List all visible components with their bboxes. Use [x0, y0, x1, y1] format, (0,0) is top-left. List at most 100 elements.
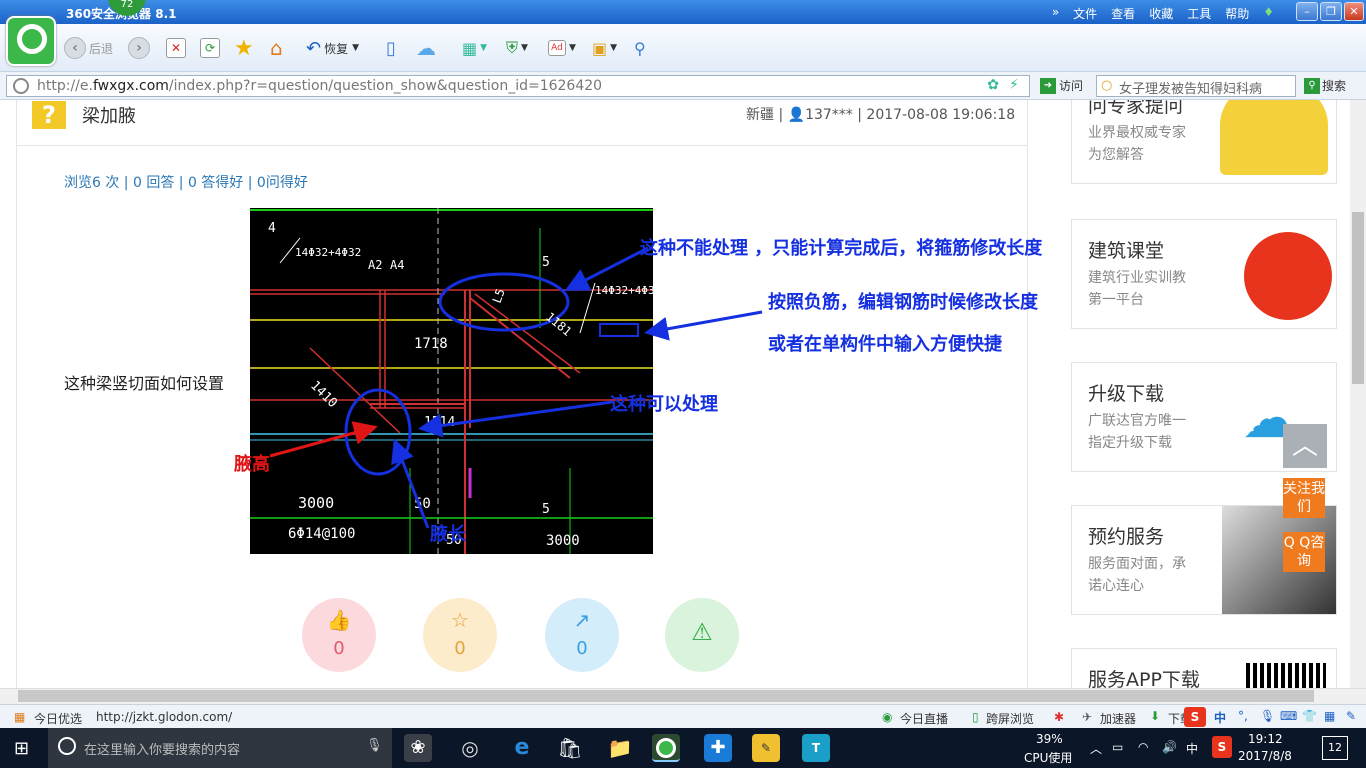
windows-start-icon[interactable]: ⊞	[14, 738, 29, 759]
favorite-count: 0	[454, 638, 466, 659]
share-icon: ↗	[573, 608, 591, 632]
apps-icon[interactable]: ▦ ▼	[462, 36, 487, 60]
menu-expand-icon[interactable]: »	[1052, 5, 1059, 22]
report-button[interactable]: ⚠	[665, 598, 739, 672]
sogou-tray-icon[interactable]: S	[1212, 736, 1232, 758]
taskbar: ⊞ 在这里输入你要搜索的内容 🎙 ❀ ◎ e 🛍 📁 ✚ ✎ T 39% CPU…	[0, 728, 1366, 768]
security-status-icon[interactable]: ✱	[1054, 710, 1064, 724]
address-bar: http://e.fwxgx.com/index.php?r=question/…	[0, 72, 1366, 100]
url-domain: fwxgx.com	[92, 78, 169, 94]
network-icon[interactable]: ▭	[1112, 740, 1123, 754]
visit-button[interactable]: ➜ 访问	[1040, 77, 1083, 94]
status-daily-picks[interactable]: 今日优选	[34, 710, 82, 727]
search-engine-icon: ○	[1101, 78, 1113, 93]
follow-us-button[interactable]: 关注我们	[1283, 478, 1325, 518]
keyboard-icon[interactable]: ⌨	[1280, 709, 1297, 723]
forward-button[interactable]: ›	[128, 36, 150, 60]
url-input[interactable]: http://e.fwxgx.com/index.php?r=question/…	[6, 75, 1030, 97]
status-accelerator[interactable]: 加速器	[1100, 710, 1136, 727]
sidebar-classroom[interactable]: 建筑课堂 建筑行业实训教 第一平台	[1071, 219, 1337, 329]
sogou-ime-icon[interactable]: S	[1184, 707, 1206, 727]
taskbar-search-input[interactable]: 在这里输入你要搜索的内容 🎙	[48, 728, 392, 768]
browser-logo-icon[interactable]	[6, 16, 56, 66]
back-label: 后退	[89, 41, 114, 56]
volume-icon[interactable]: 🔊	[1162, 740, 1177, 754]
search-query: 女子理发被告知得妇科病	[1119, 82, 1263, 97]
ime-mode[interactable]: 中	[1214, 709, 1226, 726]
notification-center-icon[interactable]: 12	[1322, 736, 1348, 760]
cortana-icon	[58, 737, 76, 755]
menu-view[interactable]: 查看	[1111, 5, 1135, 22]
title-bar: 360安全浏览器 8.1 72 » 文件 查看 收藏 工具 帮助 ♦ – ❐ ✕	[0, 0, 1366, 24]
sidebar-title: 问专家提问	[1088, 100, 1184, 117]
warning-icon: ⚠	[691, 618, 713, 646]
file-explorer-icon[interactable]: 📁	[606, 734, 634, 762]
adblock-icon[interactable]: Ad ▼	[548, 36, 576, 60]
taskbar-ime[interactable]: 中	[1186, 740, 1198, 757]
home-icon[interactable]: ⌂	[270, 36, 283, 60]
360-browser-taskbar-icon[interactable]	[652, 734, 680, 762]
vertical-scroll-thumb[interactable]	[1352, 212, 1364, 384]
favorite-button[interactable]: ☆ 0	[423, 598, 497, 672]
share-button[interactable]: ↗ 0	[545, 598, 619, 672]
sidebar-desc: 服务面对面，承 诺心连心	[1088, 556, 1186, 594]
cloud-icon[interactable]: ☁	[416, 36, 436, 60]
status-url: http://jzkt.glodon.com/	[96, 710, 233, 724]
status-live[interactable]: 今日直播	[900, 710, 948, 727]
status-cross-screen[interactable]: 跨屏浏览	[986, 710, 1034, 727]
phone-icon[interactable]: ▯	[386, 36, 396, 60]
notepad-icon[interactable]: ✎	[752, 734, 780, 762]
menu-file[interactable]: 文件	[1073, 5, 1097, 22]
wifi-icon[interactable]: ◠	[1138, 740, 1148, 754]
annotation-haunch-length: 腋长	[430, 524, 466, 545]
security-icon[interactable]: ✿	[987, 77, 999, 93]
edge-icon[interactable]: e	[508, 734, 536, 762]
star-icon: ☆	[451, 608, 469, 632]
annotation-haunch-height: 腋高	[234, 454, 270, 475]
extensions-icon[interactable]: ▣ ▼	[592, 36, 617, 60]
sidebar-ask-expert[interactable]: 问专家提问 业界最权威专家 为您解答	[1071, 100, 1337, 184]
browser-alt-icon[interactable]: ◎	[456, 734, 484, 762]
settings-icon[interactable]: ✎	[1346, 709, 1356, 723]
qq-consult-button[interactable]: Q Q咨询	[1283, 532, 1325, 572]
sidebar-title: 建筑课堂	[1088, 240, 1165, 262]
back-button[interactable]: ‹ 后退	[64, 36, 113, 60]
minimize-button[interactable]: –	[1296, 2, 1318, 21]
restore-label: 恢复	[324, 41, 349, 56]
clock-date[interactable]: 2017/8/8	[1238, 749, 1292, 763]
search-input[interactable]: ○ 女子理发被告知得妇科病	[1096, 75, 1296, 97]
task-view-icon[interactable]: ❀	[404, 734, 432, 762]
sidebar-app-download[interactable]: 服务APP下载	[1071, 648, 1337, 688]
restore-button[interactable]: ↶ 恢复 ▼	[306, 36, 359, 60]
favorite-star-icon[interactable]: ★	[234, 36, 254, 61]
horizontal-scroll-thumb[interactable]	[18, 690, 1314, 702]
app-plus-icon[interactable]: ✚	[704, 734, 732, 762]
follow-label: 关注我们	[1283, 481, 1325, 515]
stop-button[interactable]: ✕	[166, 36, 186, 60]
maximize-button[interactable]: ❐	[1320, 2, 1342, 21]
microphone-icon[interactable]: 🎙	[366, 738, 383, 753]
toolbox-icon[interactable]: ▦	[1324, 709, 1335, 723]
chevron-up-icon[interactable]: ︿	[1090, 740, 1102, 757]
like-button[interactable]: 👍 0	[302, 598, 376, 672]
skin-shirt-icon[interactable]: 👕	[1302, 709, 1317, 723]
punctuation-icon[interactable]: °,	[1238, 709, 1248, 723]
zoom-icon[interactable]: ⚲	[634, 36, 646, 60]
shield-icon[interactable]: ⛨ ▼	[506, 36, 528, 60]
sidebar-title: 升级下载	[1088, 383, 1165, 405]
menu-favorites[interactable]: 收藏	[1149, 5, 1173, 22]
speed-mode-icon[interactable]: ⚡	[1009, 77, 1019, 93]
store-icon[interactable]: 🛍	[556, 734, 584, 762]
refresh-button[interactable]: ⟳	[200, 36, 220, 60]
annotation-cannot-handle: 这种不能处理 ，只能计算完成后，将箍筋修改长度	[640, 238, 1043, 259]
glodon-app-icon[interactable]: T	[802, 734, 830, 762]
menu-help[interactable]: 帮助	[1225, 5, 1249, 22]
search-button[interactable]: ⚲ 搜索	[1304, 77, 1346, 94]
skin-icon[interactable]: ♦	[1263, 5, 1274, 22]
microphone-icon[interactable]: 🎙	[1260, 709, 1275, 723]
menu-tools[interactable]: 工具	[1187, 5, 1211, 22]
back-to-top-button[interactable]: ︿	[1283, 424, 1327, 468]
vertical-scrollbar[interactable]	[1350, 100, 1366, 688]
close-button[interactable]: ✕	[1344, 2, 1364, 21]
clock-time[interactable]: 19:12	[1248, 732, 1283, 746]
